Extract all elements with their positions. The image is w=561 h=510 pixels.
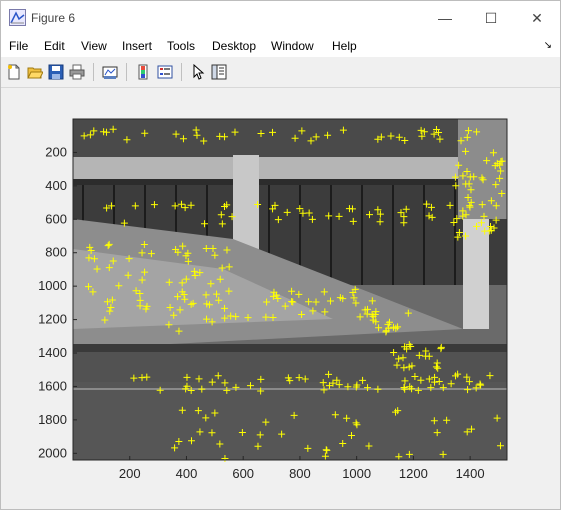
menu-insert[interactable]: Insert (122, 39, 152, 53)
open-file-icon[interactable] (26, 63, 44, 81)
figure-window: Figure 6 — ☐ ✕ File Edit View Insert Too… (0, 0, 561, 510)
edit-plot-icon[interactable] (189, 63, 207, 81)
menu-help[interactable]: Help (332, 39, 357, 53)
link-plot-icon[interactable] (101, 63, 119, 81)
y-tick-label: 600 (45, 211, 67, 226)
x-tick-label: 600 (232, 466, 254, 481)
axes[interactable]: 200 400 600 800 1000 1200 1400 200 400 600 800 1000… (1, 88, 560, 509)
y-tick-label: 200 (45, 144, 67, 159)
new-figure-icon[interactable] (5, 63, 23, 81)
y-tick-label: 1400 (38, 345, 67, 360)
image-road (73, 382, 507, 460)
menu-dock-arrow-icon[interactable]: ↘ (544, 40, 552, 51)
y-tick-label: 1800 (38, 412, 67, 427)
maximize-button[interactable]: ☐ (468, 1, 514, 35)
minimize-button[interactable]: — (422, 1, 468, 35)
menu-file[interactable]: File (9, 39, 28, 53)
insert-legend-icon[interactable] (156, 63, 174, 81)
matlab-figure-icon (9, 9, 26, 26)
toolbar-separator (181, 63, 182, 81)
property-inspector-icon[interactable] (210, 63, 228, 81)
minimize-icon: — (438, 10, 452, 26)
x-tick-label: 1000 (342, 466, 371, 481)
save-icon[interactable] (47, 63, 65, 81)
figure-canvas: 200 400 600 800 1000 1200 1400 200 400 600 800 1000… (1, 88, 560, 509)
x-tick-label: 1400 (456, 466, 485, 481)
print-icon[interactable] (68, 63, 86, 81)
x-tick-label: 200 (119, 466, 141, 481)
x-tick-label: 1200 (399, 466, 428, 481)
y-tick-label: 400 (45, 178, 67, 193)
title-bar[interactable]: Figure 6 — ☐ ✕ (1, 1, 560, 35)
menu-desktop[interactable]: Desktop (212, 39, 256, 53)
y-tick-label: 1200 (38, 312, 67, 327)
menu-edit[interactable]: Edit (44, 39, 65, 53)
x-tick-label: 800 (289, 466, 311, 481)
image-canopy (73, 157, 507, 179)
insert-colorbar-icon[interactable] (134, 63, 152, 81)
y-tick-label: 1600 (38, 378, 67, 393)
image-canopy-edge (73, 179, 507, 185)
window-title: Figure 6 (31, 11, 76, 25)
x-tick-label: 400 (176, 466, 198, 481)
toolbar-separator (126, 63, 127, 81)
maximize-icon: ☐ (484, 9, 498, 26)
menu-window[interactable]: Window (271, 39, 314, 53)
menu-tools[interactable]: Tools (167, 39, 195, 53)
image-roof (73, 119, 507, 157)
figure-toolbar (1, 57, 560, 88)
y-tick-label: 800 (45, 245, 67, 260)
toolbar-separator (93, 63, 94, 81)
close-button[interactable]: ✕ (514, 1, 560, 35)
menu-bar: File Edit View Insert Tools Desktop Wind… (1, 35, 560, 57)
image-ledge (73, 344, 507, 352)
close-icon: ✕ (531, 9, 543, 26)
menu-view[interactable]: View (81, 39, 107, 53)
y-tick-label: 2000 (38, 445, 67, 460)
y-tick-label: 1000 (38, 278, 67, 293)
